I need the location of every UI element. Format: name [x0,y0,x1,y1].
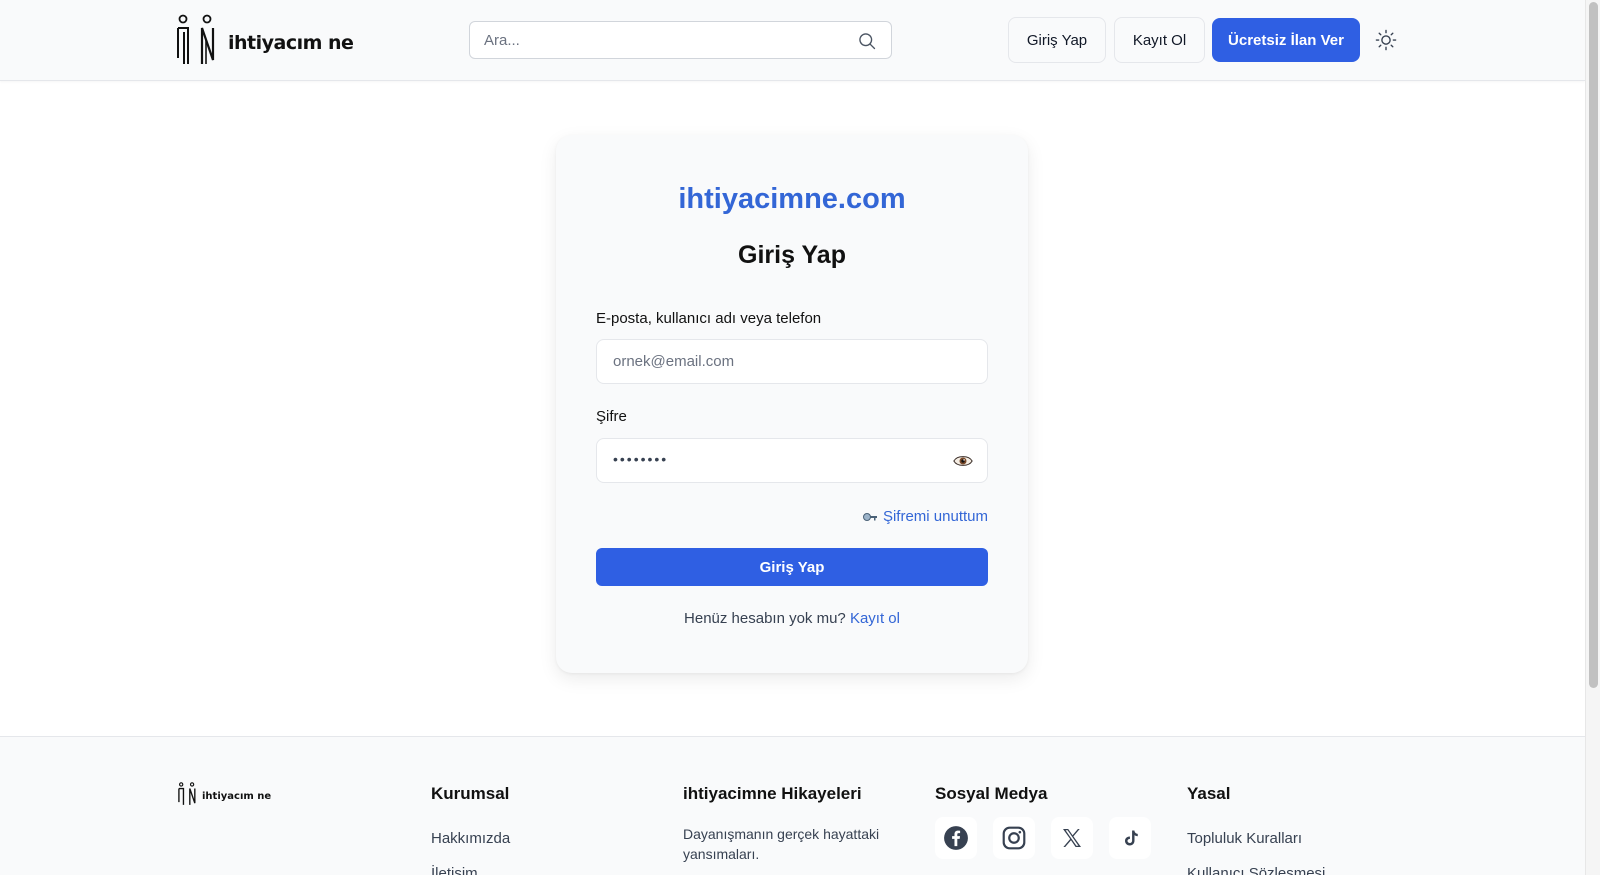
x-icon [1063,829,1081,847]
no-account-text: Henüz hesabın yok mu? [684,610,846,627]
password-mask: •••••••• [613,451,669,467]
instagram-icon [1002,826,1026,850]
footer: ihtiyacım ne Kurumsal Hakkımızda İletişi… [0,736,1585,875]
logo-figures-icon [177,14,215,64]
logo-figures-icon [178,782,196,805]
footer-link-contact[interactable]: İletişim [431,865,478,875]
password-label: Şifre [596,408,627,425]
facebook-icon [944,826,968,850]
forgot-password-text: Şifremi unuttum [882,508,988,525]
footer-legal-title: Yasal [1187,784,1231,803]
identifier-label: E-posta, kullanıcı adı veya telefon [596,310,822,327]
facebook-link[interactable] [935,817,977,859]
forgot-password-link[interactable]: Şifremi unuttum [862,508,988,525]
x-link[interactable] [1051,817,1093,859]
footer-logo-text: ihtiyacım ne [202,790,272,802]
login-card: ihtiyacimne.com Giriş Yap E-posta, kulla… [556,135,1028,673]
logo-text: ihtiyacım ne [228,32,354,54]
footer-kurumsal-title: Kurumsal [431,784,510,803]
page-scrollbar[interactable] [1585,0,1600,875]
sun-icon[interactable] [1375,29,1397,51]
footer-link-user-agreement[interactable]: Kullanıcı Sözleşmesi [1187,865,1325,875]
footer-link-community-rules[interactable]: Topluluk Kuralları [1187,830,1302,847]
footer-social-title: Sosyal Medya [935,784,1048,803]
search-box [469,21,892,59]
key-icon [862,512,877,521]
scrollbar-thumb[interactable] [1589,2,1598,688]
footer-stories-description: Dayanışmanın gerçek hayattaki yansımalar… [683,826,880,862]
top-navbar: ihtiyacım ne Giriş Yap Kayıt Ol Ücretsiz… [0,0,1585,81]
identifier-field-wrapper [596,339,988,384]
register-link[interactable]: Kayıt ol [850,610,900,627]
eye-icon[interactable] [953,452,973,470]
footer-link-about[interactable]: Hakkımızda [431,830,510,847]
submit-login-button[interactable]: Giriş Yap [596,548,988,586]
identifier-input[interactable] [597,340,987,383]
tiktok-icon [1125,830,1138,846]
register-button[interactable]: Kayıt Ol [1114,17,1205,63]
tiktok-link[interactable] [1109,817,1151,859]
page-title: Giriş Yap [738,241,846,269]
footer-logo[interactable]: ihtiyacım ne [178,781,271,807]
footer-stories-title: ihtiyacimne Hikayeleri [683,784,862,803]
post-free-ad-button[interactable]: Ücretsiz İlan Ver [1212,18,1360,62]
signup-prompt: Henüz hesabın yok mu? Kayıt ol [556,610,1028,627]
instagram-link[interactable] [993,817,1035,859]
search-input[interactable] [470,22,891,58]
search-icon[interactable] [857,31,877,51]
brand-title: ihtiyacimne.com [678,183,906,215]
login-button[interactable]: Giriş Yap [1008,17,1106,63]
password-field[interactable]: •••••••• [596,438,988,483]
site-logo[interactable]: ihtiyacım ne [176,14,354,66]
